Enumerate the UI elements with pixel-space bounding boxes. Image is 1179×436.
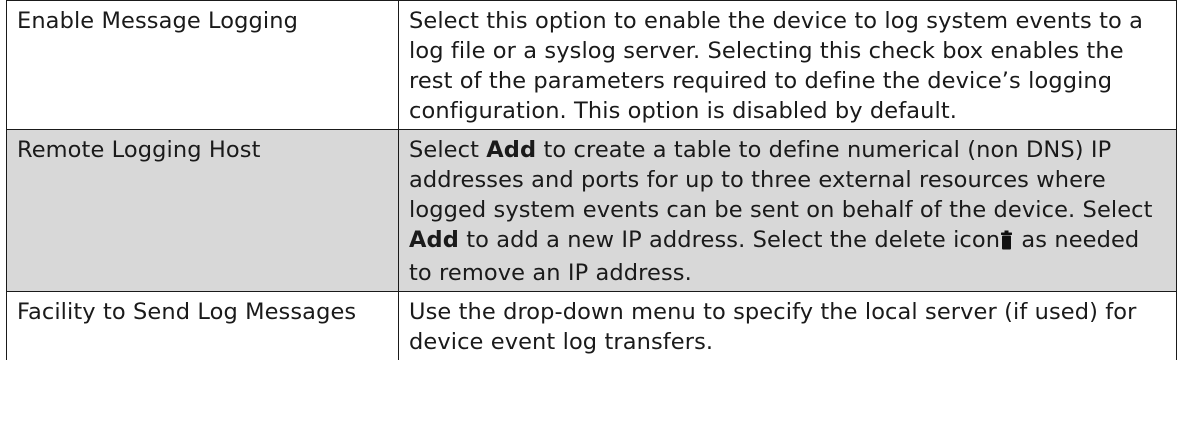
- table-row: Enable Message Logging Select this optio…: [6, 0, 1177, 130]
- parameter-name-cell: Facility to Send Log Messages: [6, 291, 399, 360]
- parameter-name-cell: Enable Message Logging: [6, 0, 399, 130]
- parameter-description-cell: Select Add to create a table to define n…: [398, 129, 1177, 292]
- table-row: Remote Logging Host Select Add to create…: [6, 129, 1177, 292]
- parameter-table: Enable Message Logging Select this optio…: [6, 0, 1177, 360]
- parameter-description-cell: Use the drop-down menu to specify the lo…: [398, 291, 1177, 360]
- description-text: to add a new IP address. Select the dele…: [458, 227, 1001, 253]
- description-text: Select: [409, 137, 487, 163]
- add-keyword: Add: [486, 137, 537, 163]
- table-row: Facility to Send Log Messages Use the dr…: [6, 291, 1177, 360]
- add-keyword: Add: [409, 227, 459, 253]
- parameter-description-cell: Select this option to enable the device …: [398, 0, 1177, 130]
- trash-icon: [1001, 228, 1013, 258]
- parameter-name-cell: Remote Logging Host: [6, 129, 399, 292]
